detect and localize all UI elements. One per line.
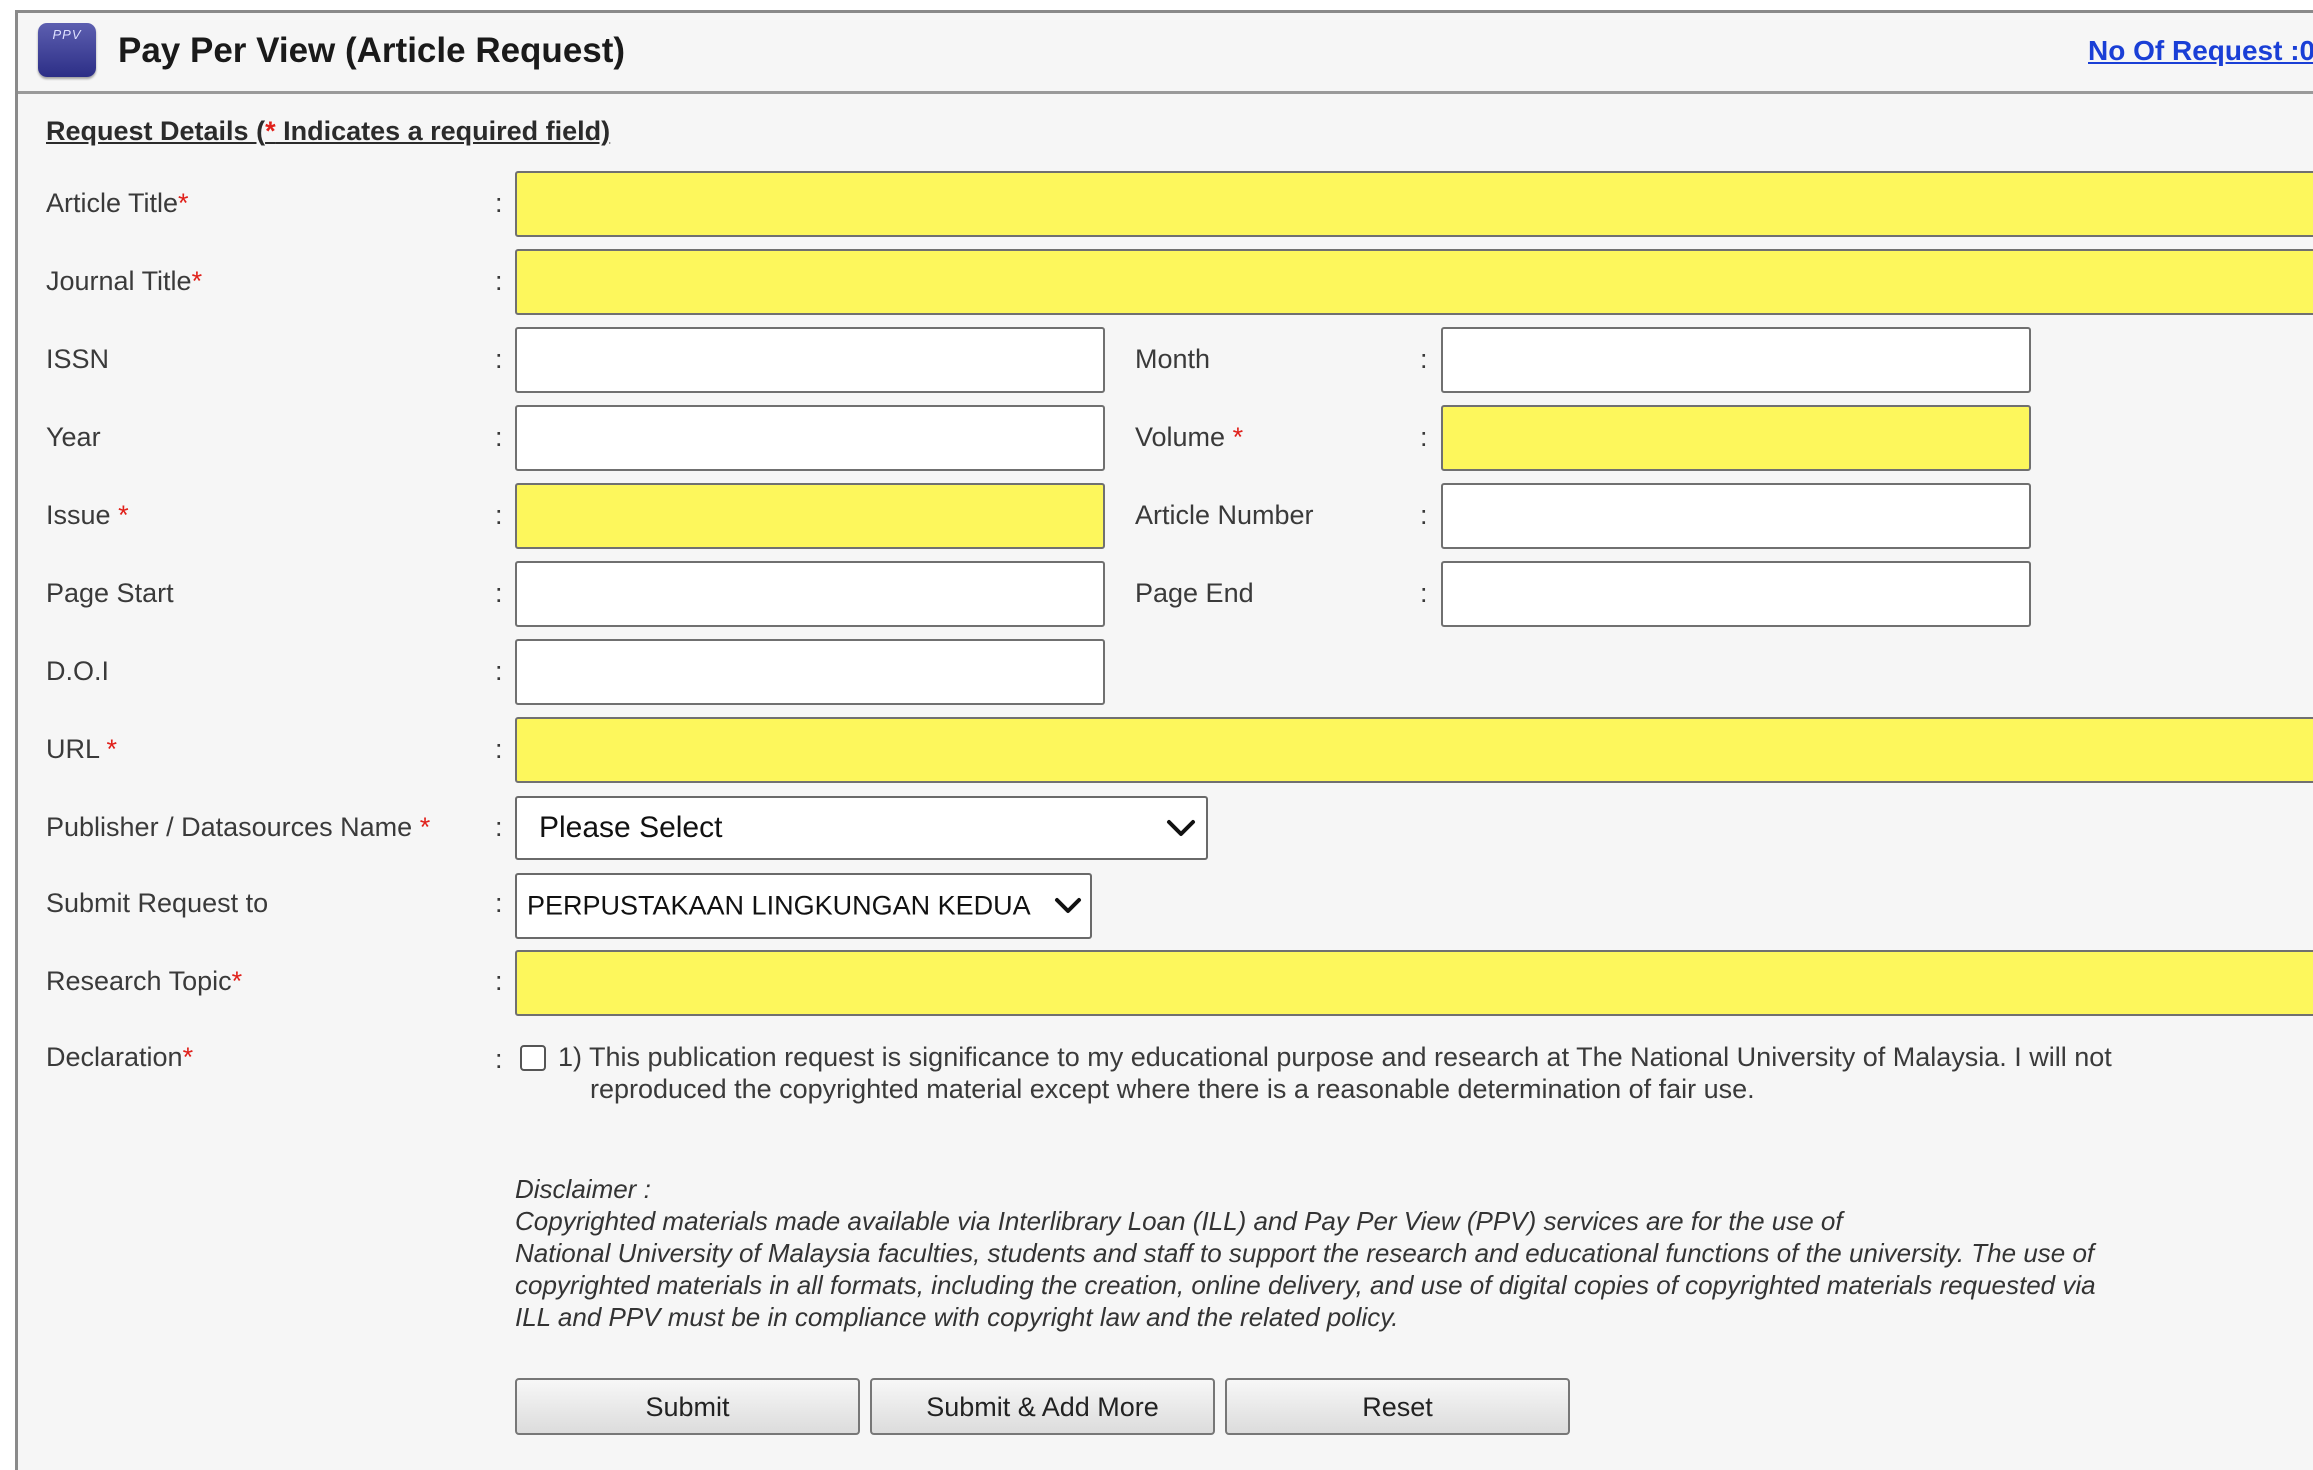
request-count-link[interactable]: No Of Request :0 bbox=[2088, 35, 2313, 67]
required-star: * bbox=[231, 966, 243, 996]
article-number-label: Article Number bbox=[1135, 500, 1314, 530]
field-colon: : bbox=[495, 656, 503, 686]
field-colon: : bbox=[495, 734, 503, 764]
field-colon: : bbox=[1420, 344, 1428, 374]
page-end-input[interactable] bbox=[1441, 561, 2031, 627]
submit-button[interactable]: Submit bbox=[515, 1378, 860, 1435]
month-label: Month bbox=[1135, 344, 1211, 374]
submit-to-selected-value: PERPUSTAKAAN LINGKUNGAN KEDUA bbox=[527, 890, 1031, 921]
field-colon: : bbox=[495, 188, 503, 218]
declaration-label-text: Declaration bbox=[46, 1042, 183, 1072]
field-colon: : bbox=[495, 812, 503, 842]
field-colon: : bbox=[495, 266, 503, 296]
field-colon: : bbox=[495, 578, 503, 608]
article-request-panel: PPV Pay Per View (Article Request) No Of… bbox=[15, 10, 2313, 1470]
field-colon: : bbox=[495, 888, 503, 918]
volume-input[interactable] bbox=[1441, 405, 2031, 471]
publisher-selected-value: Please Select bbox=[539, 811, 723, 844]
field-colon: : bbox=[495, 344, 503, 374]
chevron-down-icon bbox=[1167, 820, 1195, 836]
publisher-label-text: Publisher / Datasources Name bbox=[46, 812, 413, 842]
url-label-text: URL bbox=[46, 734, 100, 764]
section-heading-suffix: Indicates a required field) bbox=[275, 116, 611, 146]
panel-header: PPV Pay Per View (Article Request) No Of… bbox=[18, 13, 2313, 94]
submit-to-label: Submit Request to bbox=[46, 888, 269, 918]
reset-button[interactable]: Reset bbox=[1225, 1378, 1570, 1435]
research-topic-label: Research Topic* bbox=[46, 966, 242, 997]
month-input[interactable] bbox=[1441, 327, 2031, 393]
article-title-label-text: Article Title bbox=[46, 188, 179, 218]
page-title: Pay Per View (Article Request) bbox=[118, 31, 626, 70]
url-input[interactable] bbox=[515, 717, 2313, 783]
journal-title-label-text: Journal Title bbox=[46, 266, 192, 296]
section-heading: Request Details (* Indicates a required … bbox=[46, 116, 610, 147]
journal-title-label: Journal Title* bbox=[46, 266, 202, 297]
issue-label-text: Issue bbox=[46, 500, 111, 530]
field-colon: : bbox=[495, 966, 503, 996]
disclaimer-line-2: National University of Malaysia facultie… bbox=[515, 1238, 2095, 1268]
doi-label: D.O.I bbox=[46, 656, 110, 686]
volume-label-text: Volume bbox=[1135, 422, 1226, 452]
chevron-down-icon bbox=[1055, 898, 1081, 913]
ppv-icon: PPV bbox=[38, 23, 96, 77]
required-star: * bbox=[182, 1042, 194, 1072]
volume-label: Volume * bbox=[1135, 422, 1243, 453]
research-topic-input[interactable] bbox=[515, 950, 2313, 1016]
journal-title-input[interactable] bbox=[515, 249, 2313, 315]
publisher-label: Publisher / Datasources Name * bbox=[46, 812, 430, 843]
disclaimer-line-4: ILL and PPV must be in compliance with c… bbox=[515, 1302, 1399, 1332]
article-title-label: Article Title* bbox=[46, 188, 189, 219]
issn-input[interactable] bbox=[515, 327, 1105, 393]
declaration-text: 1) This publication request is significa… bbox=[558, 1041, 2258, 1105]
section-heading-prefix: Request Details ( bbox=[46, 116, 266, 146]
required-star: * bbox=[106, 734, 118, 764]
declaration-label: Declaration* bbox=[46, 1042, 193, 1073]
ppv-icon-text: PPV bbox=[52, 27, 82, 42]
publisher-select[interactable]: Please Select bbox=[515, 796, 1208, 860]
page-start-input[interactable] bbox=[515, 561, 1105, 627]
disclaimer-line-3: copyrighted materials in all formats, in… bbox=[515, 1270, 2096, 1300]
article-number-input[interactable] bbox=[1441, 483, 2031, 549]
disclaimer-line-1: Copyrighted materials made available via… bbox=[515, 1206, 1843, 1236]
field-colon: : bbox=[495, 422, 503, 452]
required-star: * bbox=[1232, 422, 1244, 452]
url-label: URL * bbox=[46, 734, 117, 765]
year-input[interactable] bbox=[515, 405, 1105, 471]
required-star: * bbox=[191, 266, 203, 296]
article-title-input[interactable] bbox=[515, 171, 2313, 237]
page-end-label: Page End bbox=[1135, 578, 1254, 608]
required-star: * bbox=[265, 116, 276, 146]
year-label: Year bbox=[46, 422, 101, 452]
declaration-checkbox[interactable] bbox=[520, 1045, 546, 1071]
declaration-line-1: 1) This publication request is significa… bbox=[558, 1042, 2112, 1072]
field-colon: : bbox=[495, 1044, 503, 1074]
page-start-label: Page Start bbox=[46, 578, 174, 608]
doi-input[interactable] bbox=[515, 639, 1105, 705]
field-colon: : bbox=[1420, 422, 1428, 452]
issue-input[interactable] bbox=[515, 483, 1105, 549]
disclaimer-heading: Disclaimer : bbox=[515, 1174, 651, 1204]
disclaimer: Disclaimer : Copyrighted materials made … bbox=[515, 1173, 2255, 1333]
field-colon: : bbox=[1420, 500, 1428, 530]
submit-add-more-button[interactable]: Submit & Add More bbox=[870, 1378, 1215, 1435]
field-colon: : bbox=[495, 500, 503, 530]
required-star: * bbox=[419, 812, 431, 842]
issue-label: Issue * bbox=[46, 500, 129, 531]
required-star: * bbox=[178, 188, 189, 218]
declaration-line-2: reproduced the copyrighted material exce… bbox=[590, 1074, 1755, 1104]
field-colon: : bbox=[1420, 578, 1428, 608]
submit-to-select[interactable]: PERPUSTAKAAN LINGKUNGAN KEDUA bbox=[515, 873, 1092, 939]
issn-label: ISSN bbox=[46, 344, 110, 374]
required-star: * bbox=[118, 500, 129, 530]
research-topic-label-text: Research Topic bbox=[46, 966, 232, 996]
